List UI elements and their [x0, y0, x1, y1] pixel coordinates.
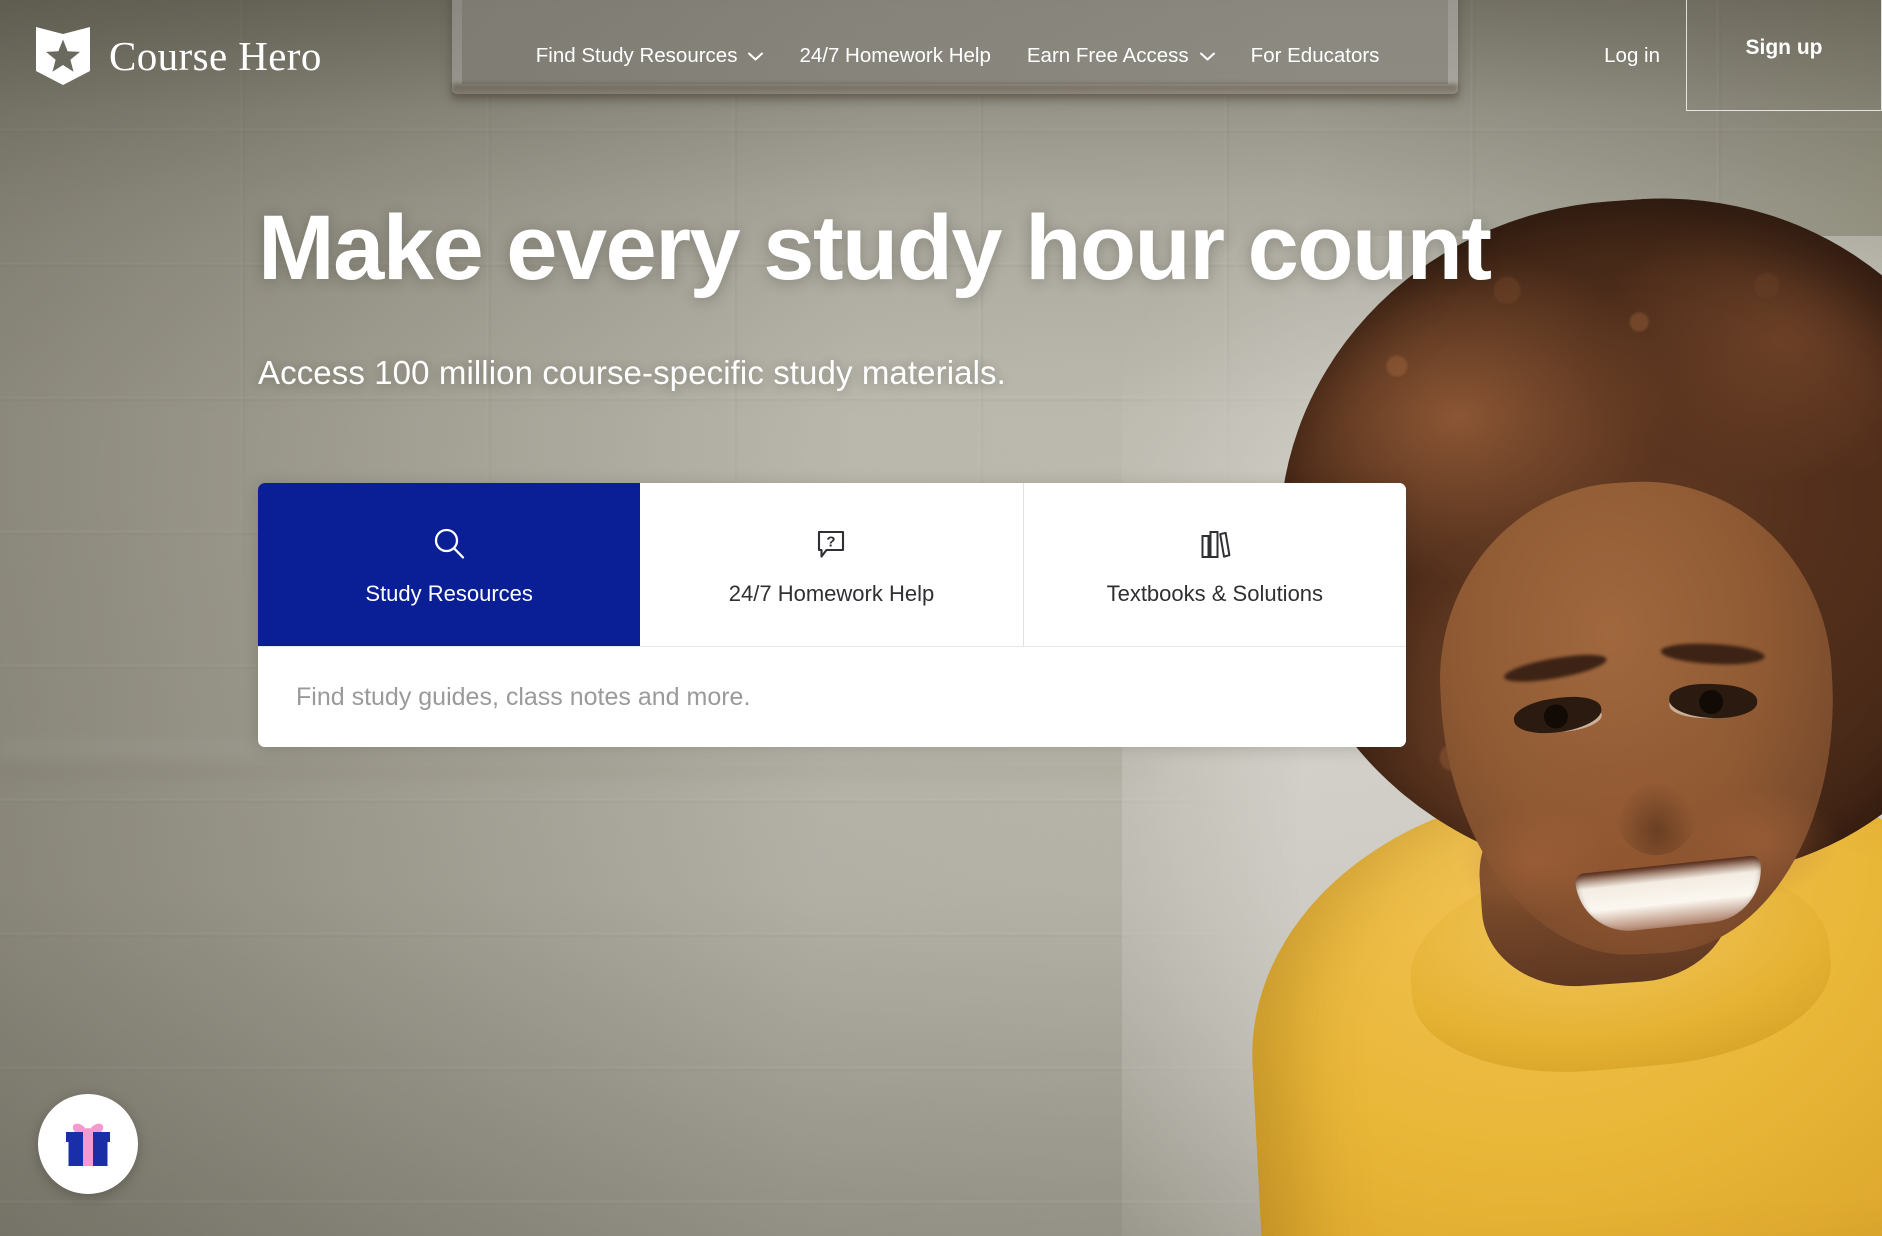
hero-subtitle: Access 100 million course-specific study… [258, 354, 1006, 391]
nav-label: 24/7 Homework Help [799, 44, 991, 67]
tab-label: Study Resources [365, 580, 533, 606]
chevron-down-icon [1199, 52, 1215, 61]
question-bubble-icon: ? [812, 525, 850, 563]
search-tabs: Study Resources ? 24/7 Homework Help Tex… [258, 483, 1406, 646]
tab-label: 24/7 Homework Help [728, 580, 935, 606]
brand-logo-link[interactable]: Course Hero [34, 25, 322, 87]
nav-item-for-educators[interactable]: For Educators [1233, 44, 1398, 68]
nav-item-homework-help[interactable]: 24/7 Homework Help [781, 44, 1008, 68]
search-input-row [258, 646, 1406, 747]
page-title: Make every study hour count [258, 197, 1492, 299]
tab-textbooks-solutions[interactable]: Textbooks & Solutions [1023, 483, 1406, 646]
nav-label: Find Study Resources [535, 44, 738, 67]
gift-icon [59, 1115, 117, 1173]
brand-name: Course Hero [109, 32, 322, 79]
signup-button[interactable]: Sign up [1686, 0, 1882, 111]
nav-label: For Educators [1250, 44, 1380, 67]
gift-offer-button[interactable] [38, 1094, 138, 1194]
shield-star-icon [34, 25, 92, 87]
svg-text:?: ? [827, 533, 836, 550]
nav-item-earn-free-access[interactable]: Earn Free Access [1009, 44, 1233, 68]
search-card: Study Resources ? 24/7 Homework Help Tex… [258, 483, 1406, 747]
header-account-actions: Log in Sign up [1578, 0, 1882, 111]
search-icon [430, 525, 468, 563]
tab-label: Textbooks & Solutions [1106, 580, 1324, 606]
site-header: Course Hero Find Study Resources 24/7 Ho… [0, 0, 1882, 112]
nav-item-find-study-resources[interactable]: Find Study Resources [518, 44, 782, 68]
login-link[interactable]: Log in [1578, 44, 1686, 68]
books-icon [1196, 525, 1234, 563]
hero-section: Make every study hour count Access 100 m… [0, 0, 1882, 1236]
tab-homework-help[interactable]: ? 24/7 Homework Help [640, 483, 1024, 646]
chevron-down-icon [748, 52, 764, 61]
search-input[interactable] [296, 682, 1368, 712]
nav-label: Earn Free Access [1026, 44, 1189, 67]
main-navigation: Find Study Resources 24/7 Homework Help … [518, 44, 1398, 68]
tab-study-resources[interactable]: Study Resources [258, 483, 641, 646]
